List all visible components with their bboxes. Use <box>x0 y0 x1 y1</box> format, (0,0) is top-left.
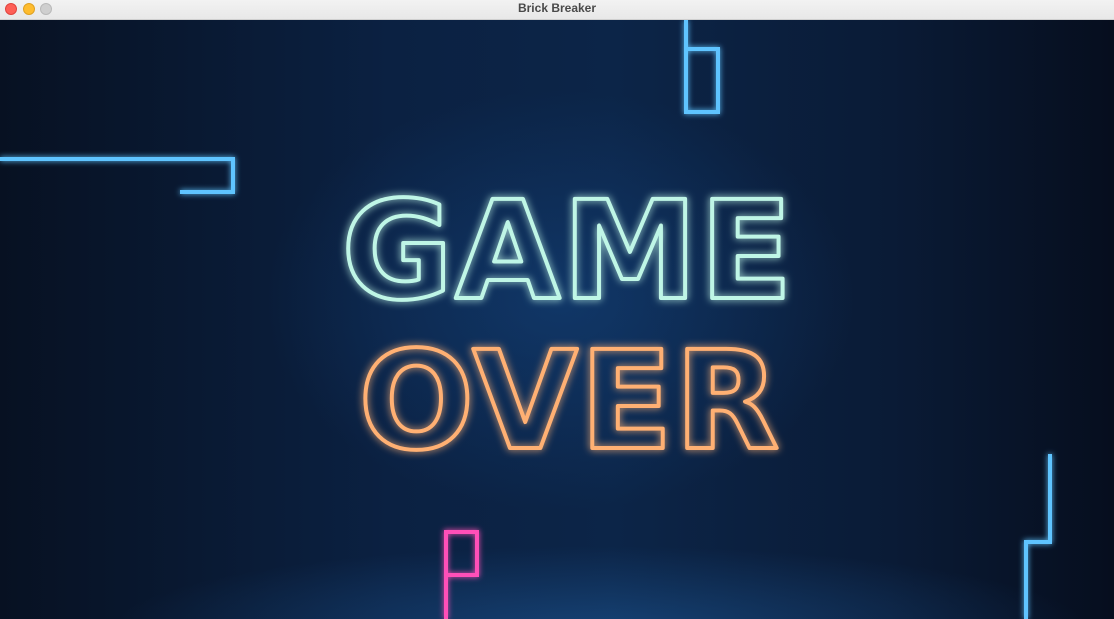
neon-brick-left <box>0 157 235 194</box>
title-bar: Brick Breaker <box>0 0 1114 20</box>
game-over-title-line1: GAME <box>341 173 794 331</box>
neon-brick-pink <box>444 530 479 619</box>
game-over-title-line2: OVER <box>359 323 782 481</box>
neon-brick-right <box>1024 454 1052 619</box>
window-title: Brick Breaker <box>517 1 597 15</box>
neon-brick-top <box>684 20 720 114</box>
game-canvas: GAME OVER <box>0 20 1052 619</box>
game-over-screen: GAME OVER <box>0 20 1114 619</box>
app-window: Brick Breaker GAME OVER <box>0 0 1114 619</box>
